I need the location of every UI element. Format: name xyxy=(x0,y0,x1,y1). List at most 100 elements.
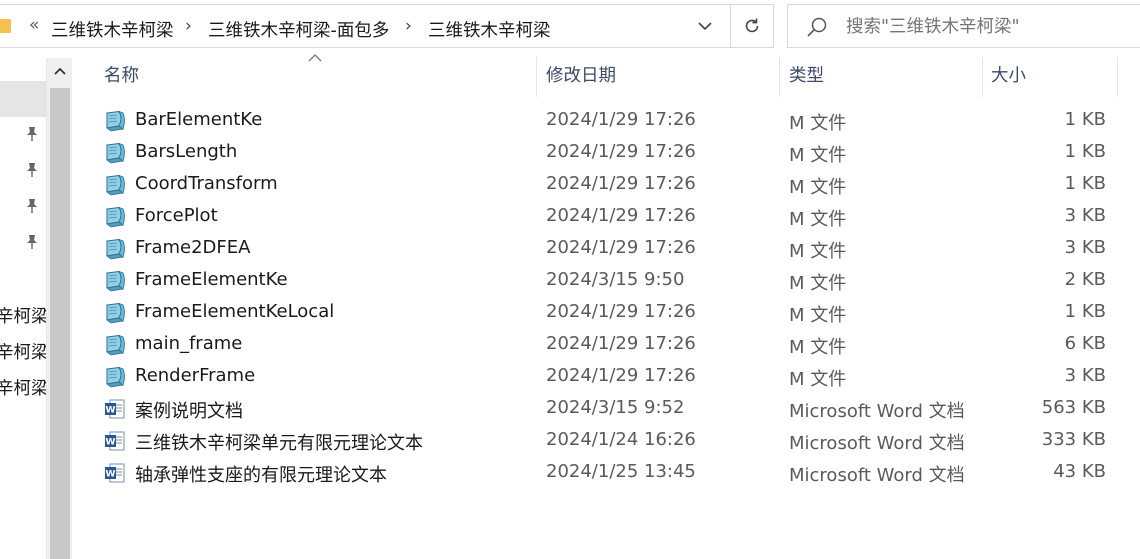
file-type: M 文件 xyxy=(789,337,847,358)
file-name[interactable]: BarsLength xyxy=(135,141,237,162)
file-row[interactable]: W 三维铁木辛柯梁单元有限元理论文本 2024/1/24 16:26 Micro… xyxy=(72,424,1140,456)
file-name[interactable]: FrameElementKe xyxy=(135,269,288,290)
file-size: 1 KB xyxy=(1064,109,1106,130)
file-name[interactable]: 三维铁木辛柯梁单元有限元理论文本 xyxy=(135,429,423,455)
file-size: 1 KB xyxy=(1064,141,1106,162)
address-bar[interactable]: « 三维铁木辛柯梁 › 三维铁木辛柯梁-面包多 › 三维铁木辛柯梁 xyxy=(0,4,774,48)
refresh-icon xyxy=(745,18,759,33)
file-size: 333 KB xyxy=(1041,429,1106,450)
svg-text:W: W xyxy=(106,406,116,416)
column-header-size[interactable]: 大小 xyxy=(991,62,1026,87)
m-file-icon xyxy=(104,270,126,292)
refresh-button[interactable] xyxy=(730,5,773,47)
m-file-icon xyxy=(104,366,126,388)
file-name[interactable]: 案例说明文档 xyxy=(135,397,243,423)
pin-icon[interactable] xyxy=(25,234,39,250)
file-name[interactable]: ForcePlot xyxy=(135,205,218,226)
file-size: 1 KB xyxy=(1064,301,1106,322)
file-type: M 文件 xyxy=(789,177,847,198)
navigation-pane: 辛柯梁 辛柯梁 辛柯梁 xyxy=(0,52,72,559)
breadcrumb-item[interactable]: 三维铁木辛柯梁 xyxy=(51,17,174,42)
file-row[interactable]: Frame2DFEA 2024/1/29 17:26 M 文件 3 KB xyxy=(72,232,1140,264)
file-row[interactable]: W 轴承弹性支座的有限元理论文本 2024/1/25 13:45 Microso… xyxy=(72,456,1140,488)
nav-item-label[interactable]: 辛柯梁 xyxy=(0,375,49,400)
file-date: 2024/1/24 16:26 xyxy=(546,429,696,450)
pin-icon[interactable] xyxy=(25,198,39,214)
file-date: 2024/1/29 17:26 xyxy=(546,333,696,354)
file-size: 6 KB xyxy=(1064,333,1106,354)
file-name[interactable]: FrameElementKeLocal xyxy=(135,301,334,322)
file-date: 2024/1/29 17:26 xyxy=(546,301,696,322)
file-type: M 文件 xyxy=(789,305,847,326)
m-file-icon xyxy=(104,174,126,196)
file-row[interactable]: W 案例说明文档 2024/3/15 9:52 Microsoft Word 文… xyxy=(72,392,1140,424)
file-date: 2024/1/25 13:45 xyxy=(546,461,696,482)
sort-up-icon xyxy=(308,54,322,62)
scrollbar-thumb[interactable] xyxy=(50,88,70,559)
m-file-icon xyxy=(104,302,126,324)
pin-icon[interactable] xyxy=(25,162,39,178)
file-type: Microsoft Word 文档 xyxy=(789,401,965,422)
file-size: 2 KB xyxy=(1064,269,1106,290)
chevron-right-icon[interactable]: › xyxy=(185,16,192,36)
file-size: 3 KB xyxy=(1064,365,1106,386)
file-date: 2024/1/29 17:26 xyxy=(546,205,696,226)
folder-icon xyxy=(0,19,11,33)
file-type: Microsoft Word 文档 xyxy=(789,465,965,486)
nav-item-label[interactable]: 辛柯梁 xyxy=(0,303,49,328)
file-date: 2024/1/29 17:26 xyxy=(546,109,696,130)
file-type: M 文件 xyxy=(789,273,847,294)
chevron-right-icon[interactable]: › xyxy=(405,16,412,36)
column-divider[interactable] xyxy=(536,57,537,97)
file-row[interactable]: main_frame 2024/1/29 17:26 M 文件 6 KB xyxy=(72,328,1140,360)
file-type: Microsoft Word 文档 xyxy=(789,433,965,454)
chevron-down-icon xyxy=(698,21,712,30)
file-row[interactable]: CoordTransform 2024/1/29 17:26 M 文件 1 KB xyxy=(72,168,1140,200)
file-row[interactable]: BarElementKe 2024/1/29 17:26 M 文件 1 KB xyxy=(72,104,1140,136)
file-name[interactable]: RenderFrame xyxy=(135,365,255,386)
search-box[interactable] xyxy=(787,4,1140,48)
file-row[interactable]: RenderFrame 2024/1/29 17:26 M 文件 3 KB xyxy=(72,360,1140,392)
file-type: M 文件 xyxy=(789,369,847,390)
nav-scrollbar[interactable] xyxy=(46,58,72,559)
nav-item-label[interactable]: 辛柯梁 xyxy=(0,339,49,364)
file-name[interactable]: Frame2DFEA xyxy=(135,237,250,258)
word-doc-icon: W xyxy=(104,462,126,484)
file-row[interactable]: BarsLength 2024/1/29 17:26 M 文件 1 KB xyxy=(72,136,1140,168)
column-divider[interactable] xyxy=(982,57,983,97)
search-icon xyxy=(806,16,828,38)
file-size: 3 KB xyxy=(1064,205,1106,226)
breadcrumb-item[interactable]: 三维铁木辛柯梁 xyxy=(428,17,551,42)
file-type: M 文件 xyxy=(789,145,847,166)
column-divider[interactable] xyxy=(1117,57,1118,97)
column-header-name[interactable]: 名称 xyxy=(104,62,139,87)
file-name[interactable]: 轴承弹性支座的有限元理论文本 xyxy=(135,461,387,487)
file-name[interactable]: CoordTransform xyxy=(135,173,278,194)
nav-item-selected[interactable] xyxy=(0,81,46,117)
word-doc-icon: W xyxy=(104,430,126,452)
file-size: 3 KB xyxy=(1064,237,1106,258)
address-dropdown-button[interactable] xyxy=(683,5,727,47)
pin-icon[interactable] xyxy=(25,126,39,142)
file-name[interactable]: BarElementKe xyxy=(135,109,262,130)
file-row[interactable]: ForcePlot 2024/1/29 17:26 M 文件 3 KB xyxy=(72,200,1140,232)
file-row[interactable]: FrameElementKe 2024/3/15 9:50 M 文件 2 KB xyxy=(72,264,1140,296)
file-date: 2024/1/29 17:26 xyxy=(546,141,696,162)
file-name[interactable]: main_frame xyxy=(135,333,242,354)
file-type: M 文件 xyxy=(789,241,847,262)
breadcrumb-overflow-button[interactable]: « xyxy=(29,15,39,35)
scroll-up-button[interactable] xyxy=(47,58,73,84)
file-row[interactable]: FrameElementKeLocal 2024/1/29 17:26 M 文件… xyxy=(72,296,1140,328)
file-date: 2024/1/29 17:26 xyxy=(546,237,696,258)
file-size: 43 KB xyxy=(1053,461,1106,482)
word-doc-icon: W xyxy=(104,398,126,420)
m-file-icon xyxy=(104,238,126,260)
column-divider[interactable] xyxy=(779,57,780,97)
breadcrumb-item[interactable]: 三维铁木辛柯梁-面包多 xyxy=(208,17,389,42)
file-date: 2024/3/15 9:52 xyxy=(546,397,685,418)
column-header-modified[interactable]: 修改日期 xyxy=(546,62,616,87)
top-bar: « 三维铁木辛柯梁 › 三维铁木辛柯梁-面包多 › 三维铁木辛柯梁 xyxy=(0,0,1140,52)
file-type: M 文件 xyxy=(789,209,847,230)
column-header-type[interactable]: 类型 xyxy=(789,62,824,87)
search-input[interactable] xyxy=(846,14,1126,40)
